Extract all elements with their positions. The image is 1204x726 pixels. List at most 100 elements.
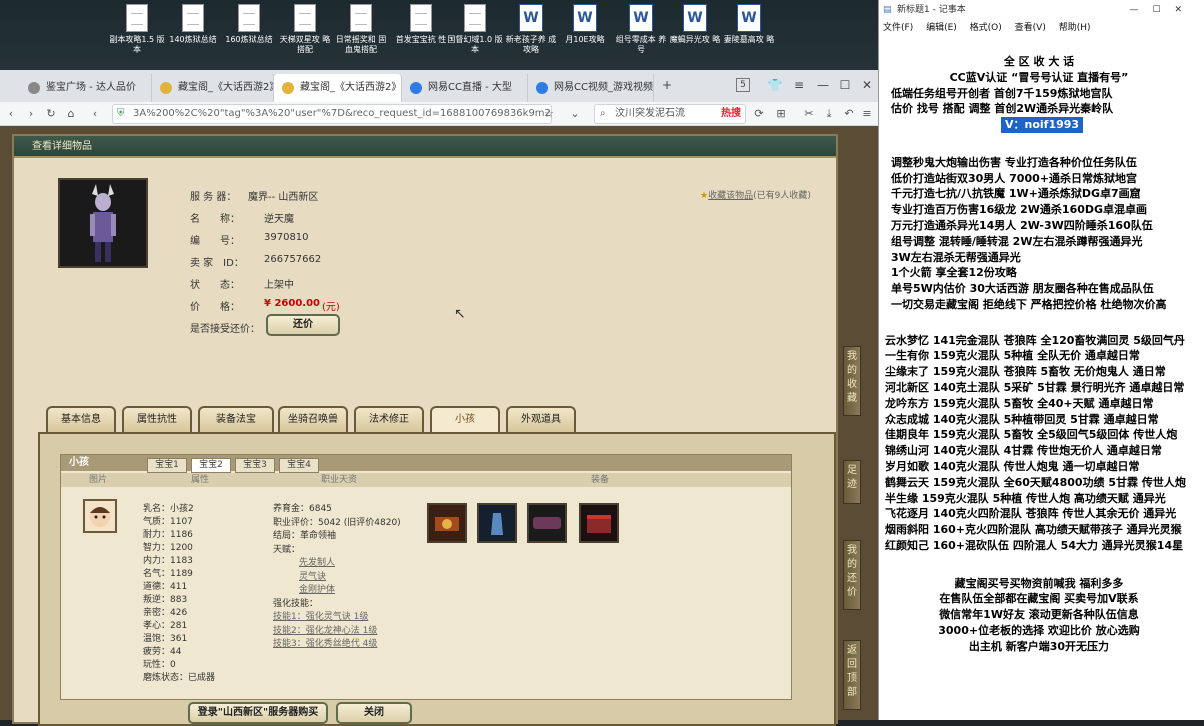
desktop-icon-3[interactable]: 160炼狱总结 (220, 4, 278, 45)
desktop-icon-10[interactable]: W 组号零成本 养号 (612, 4, 670, 55)
attribute-row: 孝心：281 (143, 621, 188, 631)
notepad-line: 组号调整 混转睡/睡转混 2W左右混杀蹲帮强通异光 (891, 234, 1143, 248)
equip-slot-1[interactable] (427, 503, 467, 543)
desktop-icon-12[interactable]: W 妻陵墓高攻 略 (720, 4, 778, 45)
text-document-icon (294, 4, 316, 32)
desktop-icon-8[interactable]: W 新老孩子养 成攻略 (502, 4, 560, 55)
skill-link[interactable]: 先发制人 (299, 555, 335, 568)
col-prof: 职业天资 (321, 475, 358, 485)
undo-icon[interactable]: ↶ (840, 105, 858, 123)
price-unit: (元) (322, 302, 340, 313)
text-document-icon (464, 4, 486, 32)
notepad-window-controls[interactable]: —☐✕ (1129, 0, 1196, 20)
menu-file[interactable]: 文件(F) (883, 23, 913, 33)
desktop-icon-label: 国督幻域1.0 版本 (447, 35, 503, 54)
new-tab-plus-icon[interactable]: + (656, 74, 678, 96)
desktop-icon-9[interactable]: W 月10E攻略 (556, 4, 614, 45)
chevron-left-icon[interactable]: ‹ (86, 105, 104, 123)
equip-slot-2[interactable] (477, 503, 517, 543)
mouse-cursor-icon: ↖ (454, 306, 466, 322)
refresh-icon[interactable]: ↻ (42, 105, 60, 123)
menu-help[interactable]: 帮助(H) (1059, 23, 1091, 33)
menu-icon[interactable]: ≡ (788, 74, 810, 96)
notepad-line: 红颜知己 160+混砍队伍 四阶混人 54大力 通异光灵猴14星 (885, 539, 1184, 552)
tab-spells[interactable]: 法术修正 (354, 406, 424, 432)
grid-icon[interactable]: ⊞ (772, 105, 790, 123)
search-box[interactable]: ⌕ 汶川突发泥石流 热搜 (594, 104, 746, 124)
scissors-icon[interactable]: ✂ (800, 105, 818, 123)
menu-view[interactable]: 查看(V) (1015, 23, 1046, 33)
back-icon[interactable]: ‹ (2, 105, 20, 123)
desktop-icon-1[interactable]: 副本攻略1.5 版本 (108, 4, 166, 55)
skill-link[interactable]: 金刚护体 (299, 582, 335, 595)
notepad-line: 河北新区 140克土混队 5采矿 5甘霖 景行明光齐 通卓越日常 (885, 381, 1185, 394)
word-document-icon: W (519, 4, 543, 32)
maximize-icon[interactable]: ☐ (834, 74, 856, 96)
favorite-star-icon: ★ (700, 191, 709, 201)
subtab-baby2[interactable]: 宝宝2 (191, 458, 231, 473)
desktop-icon-2[interactable]: 140炼狱总结 (164, 4, 222, 45)
profession-row: 天赋： (273, 544, 301, 555)
skill-link[interactable]: 技能3：强化秀丝绝代 4级 (273, 636, 377, 649)
skill-link[interactable]: 技能1：强化灵气诀 1级 (273, 609, 368, 622)
menu-format[interactable]: 格式(O) (970, 23, 1002, 33)
favorite-area: ★收藏该物品(已有9人收藏) (700, 191, 811, 201)
forward-icon[interactable]: › (22, 105, 40, 123)
menu-edit[interactable]: 编辑(E) (926, 23, 957, 33)
side-back-to-top[interactable]: 返回顶部 (843, 640, 861, 710)
notepad-menu: 文件(F) 编辑(E) 格式(O) 查看(V) 帮助(H) (879, 20, 1204, 36)
tab-1[interactable]: 鉴宝广场 - 达人品价 (20, 74, 152, 102)
favorite-link[interactable]: 收藏该物品 (708, 191, 753, 201)
character-portrait (58, 178, 148, 268)
tab-4[interactable]: 网易CC直播 - 大型 (402, 74, 528, 102)
dropdown-icon[interactable]: ⌄ (566, 105, 584, 123)
notepad-line: 藏宝阁买号买物资前喊我 福利多多 (954, 576, 1124, 590)
desktop-icon-7[interactable]: 国督幻域1.0 版本 (446, 4, 504, 55)
tab-5[interactable]: 网易CC视频_游戏视频 (528, 74, 654, 102)
desktop-icon-6[interactable]: 首发宝宝抗 性 (392, 4, 450, 45)
tab-3-active[interactable]: 藏宝阁_《大话西游2》 (274, 74, 402, 102)
shirt-icon[interactable]: 👕 (764, 74, 786, 96)
tab-basic-info[interactable]: 基本信息 (46, 406, 116, 432)
tab-equipment[interactable]: 装备法宝 (198, 406, 274, 432)
skill-link[interactable]: 灵气诀 (299, 569, 326, 582)
subtab-baby1[interactable]: 宝宝1 (147, 458, 187, 473)
star-icon[interactable]: ☆ (540, 105, 558, 123)
home-icon[interactable]: ⌂ (62, 105, 80, 123)
bargain-button[interactable]: 还价 (266, 314, 340, 336)
minimize-icon[interactable]: — (812, 74, 834, 96)
skill-link[interactable]: 技能2：强化龙神心法 1级 (273, 623, 377, 636)
tab-attributes[interactable]: 属性抗性 (122, 406, 192, 432)
seller-label: 卖 家 ID： (190, 258, 244, 269)
notepad-titlebar: ▤ 新标题1 - 记事本 —☐✕ (879, 0, 1204, 20)
subtab-baby3[interactable]: 宝宝3 (235, 458, 275, 473)
desktop-icon-4[interactable]: 天梯双星攻 略搭配 (276, 4, 334, 55)
desktop-icon-11[interactable]: W 魔蝎异光攻 略 (666, 4, 724, 45)
desktop-icon-label: 魔蝎异光攻 略 (669, 35, 721, 44)
column-header: 图片 属性 职业天资 装备 (61, 473, 791, 487)
notepad-line: 低端任务组号开创者 首创7千159炼狱地宫队 (891, 86, 1113, 100)
equip-slot-3[interactable] (527, 503, 567, 543)
tab-2[interactable]: 藏宝阁_《大话西游2》 (152, 74, 274, 102)
tab-mounts[interactable]: 坐骑召唤兽 (278, 406, 348, 432)
reload-icon[interactable]: ⟳ (750, 105, 768, 123)
close-button[interactable]: 关闭 (336, 702, 412, 724)
desktop-icon-5[interactable]: 日常摇奖和 固血鬼搭配 (332, 4, 390, 55)
tab-count-badge[interactable]: 5 (736, 78, 750, 92)
login-buy-button[interactable]: 登录"山西新区"服务器购买 (188, 702, 328, 724)
side-my-bargains[interactable]: 我的还价 (843, 540, 861, 610)
notepad-line: 出主机 新客户端30开无压力 (968, 639, 1110, 653)
side-my-favorites[interactable]: 我的收藏 (843, 346, 861, 416)
tab-appearance[interactable]: 外观道具 (506, 406, 576, 432)
download-icon[interactable]: ⤓ (820, 105, 838, 123)
close-icon[interactable]: ✕ (856, 74, 878, 96)
address-bar[interactable]: ⛨ 3A%200%2C%20"tag"%3A%20"user"%7D&reco_r… (112, 104, 552, 124)
subtab-baby4[interactable]: 宝宝4 (279, 458, 319, 473)
cbg-icon (282, 82, 294, 94)
tab-child[interactable]: 小孩 (430, 406, 500, 432)
more-icon[interactable]: ≡ (858, 105, 876, 123)
side-footprint[interactable]: 足迹 (843, 460, 861, 504)
equip-slot-4[interactable] (579, 503, 619, 543)
notepad-line: 尘缘末了 159克火混队 苍狼阵 5畜牧 无价炮鬼人 通日常 (885, 365, 1166, 379)
name-value: 逆天魔 (264, 214, 294, 225)
